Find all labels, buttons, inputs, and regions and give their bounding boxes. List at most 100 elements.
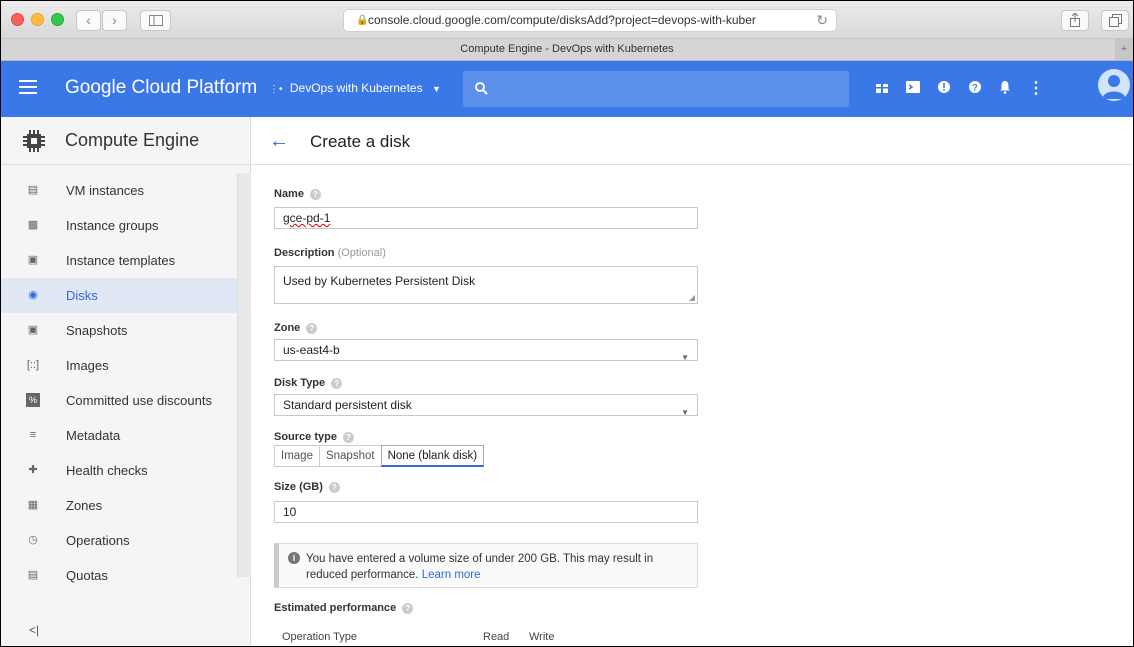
operations-icon: ◷ <box>28 534 38 546</box>
size-input[interactable]: 10 <box>274 501 698 523</box>
project-dots-icon: ⋮• <box>269 84 283 95</box>
sidebar-item-vm-instances[interactable]: ▤ VM instances <box>1 173 237 208</box>
source-option-none[interactable]: None (blank disk) <box>380 445 485 467</box>
description-textarea[interactable]: Used by Kubernetes Persistent Disk ◢ <box>274 266 698 304</box>
size-label-text: Size (GB) <box>274 481 323 493</box>
help-icon[interactable]: ? <box>342 431 354 443</box>
estimated-performance-label: Estimated performance? <box>274 602 414 614</box>
sidebar-item-label: Disks <box>66 288 98 303</box>
minimize-window-button[interactable] <box>31 13 44 26</box>
close-window-button[interactable] <box>11 13 24 26</box>
zone-value: us-east4-b <box>283 343 340 357</box>
source-type-label-text: Source type <box>274 431 337 443</box>
size-label: Size (GB)? <box>274 481 340 493</box>
browser-toolbar: ‹ › 🔒 console.cloud.google.com/compute/d… <box>1 1 1133 39</box>
column-header-operation-type: Operation Type <box>282 631 358 643</box>
collapse-sidebar-button[interactable]: <| <box>29 623 39 637</box>
sidebar-item-quotas[interactable]: ▤ Quotas <box>1 558 237 593</box>
zoom-window-button[interactable] <box>51 13 64 26</box>
sidebar-scrollbar[interactable] <box>237 173 251 577</box>
reload-icon[interactable]: ↻ <box>816 10 828 31</box>
more-options-icon[interactable]: ⋮ <box>1027 80 1045 98</box>
avatar[interactable] <box>1098 69 1130 101</box>
feedback-icon[interactable] <box>935 80 953 98</box>
sidebar-item-label: Health checks <box>66 463 148 478</box>
sidebar-item-label: Zones <box>66 498 103 513</box>
disk-type-value: Standard persistent disk <box>283 398 412 412</box>
sidebar-item-label: Committed use discounts <box>66 393 212 408</box>
brand-title[interactable]: Google Cloud Platform <box>65 77 257 99</box>
disks-icon: ◉ <box>28 289 38 301</box>
help-icon[interactable]: ? <box>328 481 340 493</box>
sidebar-item-snapshots[interactable]: ▣ Snapshots <box>1 313 237 348</box>
notifications-icon[interactable] <box>996 80 1014 98</box>
vm-instances-icon: ▤ <box>27 184 39 196</box>
help-icon[interactable]: ? <box>966 80 984 98</box>
name-value: gce-pd-1 <box>283 211 331 225</box>
search-bar[interactable] <box>463 71 849 107</box>
tabs-overview-button[interactable] <box>1101 10 1129 31</box>
resize-handle-icon[interactable]: ◢ <box>689 293 695 302</box>
column-header-write: Write <box>529 631 555 643</box>
sidebar-item-instance-templates[interactable]: ▣ Instance templates <box>1 243 237 278</box>
back-nav-button[interactable]: ‹ <box>76 10 101 31</box>
sidebar-item-label: Images <box>66 358 109 373</box>
project-selector[interactable]: ⋮• DevOps with Kubernetes ▼ <box>269 81 441 95</box>
new-tab-button[interactable]: + <box>1115 39 1133 60</box>
url-text: console.cloud.google.com/compute/disksAd… <box>368 13 756 27</box>
help-icon[interactable]: ? <box>309 188 321 200</box>
description-label-text: Description <box>274 247 335 259</box>
back-arrow-icon[interactable]: ← <box>266 128 292 154</box>
instance-groups-icon: ▩ <box>27 219 39 231</box>
chevron-down-icon: ▼ <box>681 353 689 362</box>
share-icon <box>1070 12 1080 27</box>
lock-icon: 🔒 <box>356 15 369 26</box>
cloud-shell-icon[interactable] <box>904 80 922 98</box>
name-input[interactable]: gce-pd-1 <box>274 207 698 229</box>
sidebar-icon <box>148 15 163 26</box>
disk-type-label: Disk Type? <box>274 377 343 389</box>
sidebar-item-disks[interactable]: ◉ Disks <box>1 278 237 313</box>
chevron-down-icon: ▼ <box>431 84 441 94</box>
address-bar[interactable]: 🔒 console.cloud.google.com/compute/disks… <box>343 9 837 32</box>
sidebar-item-label: VM instances <box>66 183 145 198</box>
learn-more-link[interactable]: Learn more <box>422 569 481 581</box>
sidebar-item-operations[interactable]: ◷ Operations <box>1 523 237 558</box>
source-type-segmented: Image Snapshot None (blank disk) <box>274 445 485 467</box>
help-icon[interactable]: ? <box>331 377 343 389</box>
zones-icon: ▦ <box>27 499 39 511</box>
sidebar-toggle-button[interactable] <box>140 10 171 31</box>
sidebar-item-label: Metadata <box>66 428 121 443</box>
gift-icon[interactable] <box>873 80 891 98</box>
sidebar-item-instance-groups[interactable]: ▩ Instance groups <box>1 208 237 243</box>
help-icon[interactable]: ? <box>306 322 318 334</box>
sidebar-item-images[interactable]: [::] Images <box>1 348 237 383</box>
sidebar: Compute Engine ▤ VM instances ▩ Instance… <box>1 117 251 646</box>
discount-icon: % <box>26 393 40 407</box>
sidebar-item-metadata[interactable]: ≡ Metadata <box>1 418 237 453</box>
forward-nav-button[interactable]: › <box>102 10 127 31</box>
sidebar-header: Compute Engine <box>1 117 251 165</box>
disk-type-select[interactable]: Standard persistent disk ▼ <box>274 394 698 417</box>
chevron-down-icon: ▼ <box>681 408 689 417</box>
help-icon[interactable]: ? <box>402 602 414 614</box>
instance-templates-icon: ▣ <box>27 254 39 266</box>
source-option-image[interactable]: Image <box>275 446 320 466</box>
quotas-icon: ▤ <box>27 569 39 581</box>
notice-text-block: You have entered a volume size of under … <box>306 551 686 583</box>
compute-engine-icon <box>23 130 45 152</box>
source-option-snapshot[interactable]: Snapshot <box>320 446 382 466</box>
hamburger-menu-icon[interactable] <box>19 80 37 98</box>
sidebar-item-zones[interactable]: ▦ Zones <box>1 488 237 523</box>
perf-title-text: Estimated performance <box>274 602 397 614</box>
browser-window: ‹ › 🔒 console.cloud.google.com/compute/d… <box>0 0 1134 647</box>
page-header: ← Create a disk <box>252 117 1133 165</box>
zone-select[interactable]: us-east4-b ▼ <box>274 339 698 362</box>
tab-title[interactable]: Compute Engine - DevOps with Kubernetes <box>460 43 673 55</box>
info-icon: i <box>288 552 300 564</box>
sidebar-item-health-checks[interactable]: ✚ Health checks <box>1 453 237 488</box>
zone-label-text: Zone <box>274 322 301 334</box>
share-button[interactable] <box>1061 10 1089 31</box>
name-label-text: Name <box>274 188 304 200</box>
sidebar-item-committed-use-discounts[interactable]: % Committed use discounts <box>1 383 237 418</box>
